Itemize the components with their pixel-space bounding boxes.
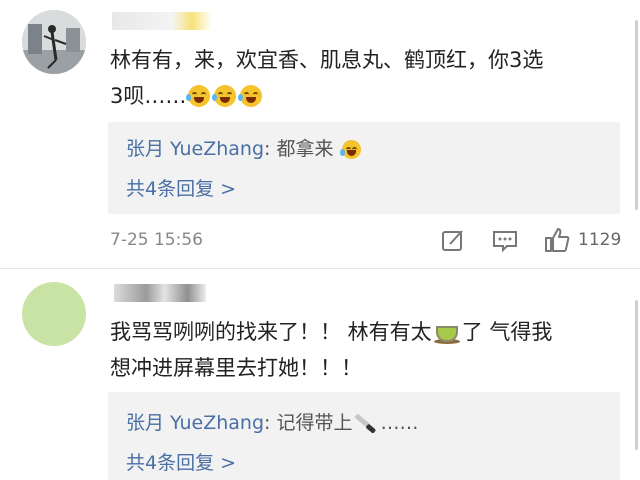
avatar[interactable]	[22, 10, 86, 74]
laugh-cry-emoji-icon	[212, 85, 237, 107]
comment-item: 林有有，来，欢宜香、肌息丸、鹤顶红，你3选 3呗…… 张月 YueZhang: …	[0, 0, 640, 268]
knife-emoji-icon	[354, 411, 378, 434]
laugh-cry-emoji-icon	[186, 85, 211, 107]
reply-preview[interactable]: 张月 YueZhang: 都拿来 共4条回复 >	[108, 122, 620, 214]
reply-author[interactable]: 张月 YueZhang	[126, 138, 264, 160]
divider	[0, 268, 640, 269]
view-replies-link[interactable]: 共4条回复 >	[126, 174, 236, 201]
laugh-cry-emoji-icon	[339, 140, 361, 159]
comment-item: 我骂骂咧咧的找来了！！ 林有有太了 气得我 想冲进屏幕里去打她！！！ 张月 Yu…	[0, 270, 640, 480]
comment-text: 我骂骂咧咧的找来了！！ 林有有太了 气得我 想冲进屏幕里去打她！！！	[110, 320, 553, 380]
avatar[interactable]	[22, 282, 86, 346]
scrollbar[interactable]	[635, 20, 638, 210]
reply-line: 张月 YueZhang: 都拿来	[126, 134, 363, 161]
like-count: 1129	[578, 230, 622, 250]
tea-emoji-icon	[433, 320, 460, 344]
username-blurred[interactable]	[114, 284, 206, 302]
laugh-cry-emoji-icon	[238, 85, 263, 107]
share-icon[interactable]	[440, 229, 466, 253]
like-icon[interactable]	[544, 227, 570, 252]
username-blurred[interactable]	[112, 12, 212, 30]
reply-line: 张月 YueZhang: 记得带上……	[126, 411, 419, 434]
view-replies-link[interactable]: 共4条回复 >	[126, 448, 236, 475]
scrollbar[interactable]	[635, 300, 638, 450]
comment-icon[interactable]	[492, 229, 518, 253]
comment-text: 林有有，来，欢宜香、肌息丸、鹤顶红，你3选 3呗……	[110, 48, 544, 108]
comment-timestamp: 7-25 15:56	[110, 230, 203, 250]
reply-preview[interactable]: 张月 YueZhang: 记得带上…… 共4条回复 >	[108, 392, 620, 480]
reply-author[interactable]: 张月 YueZhang	[126, 412, 264, 434]
